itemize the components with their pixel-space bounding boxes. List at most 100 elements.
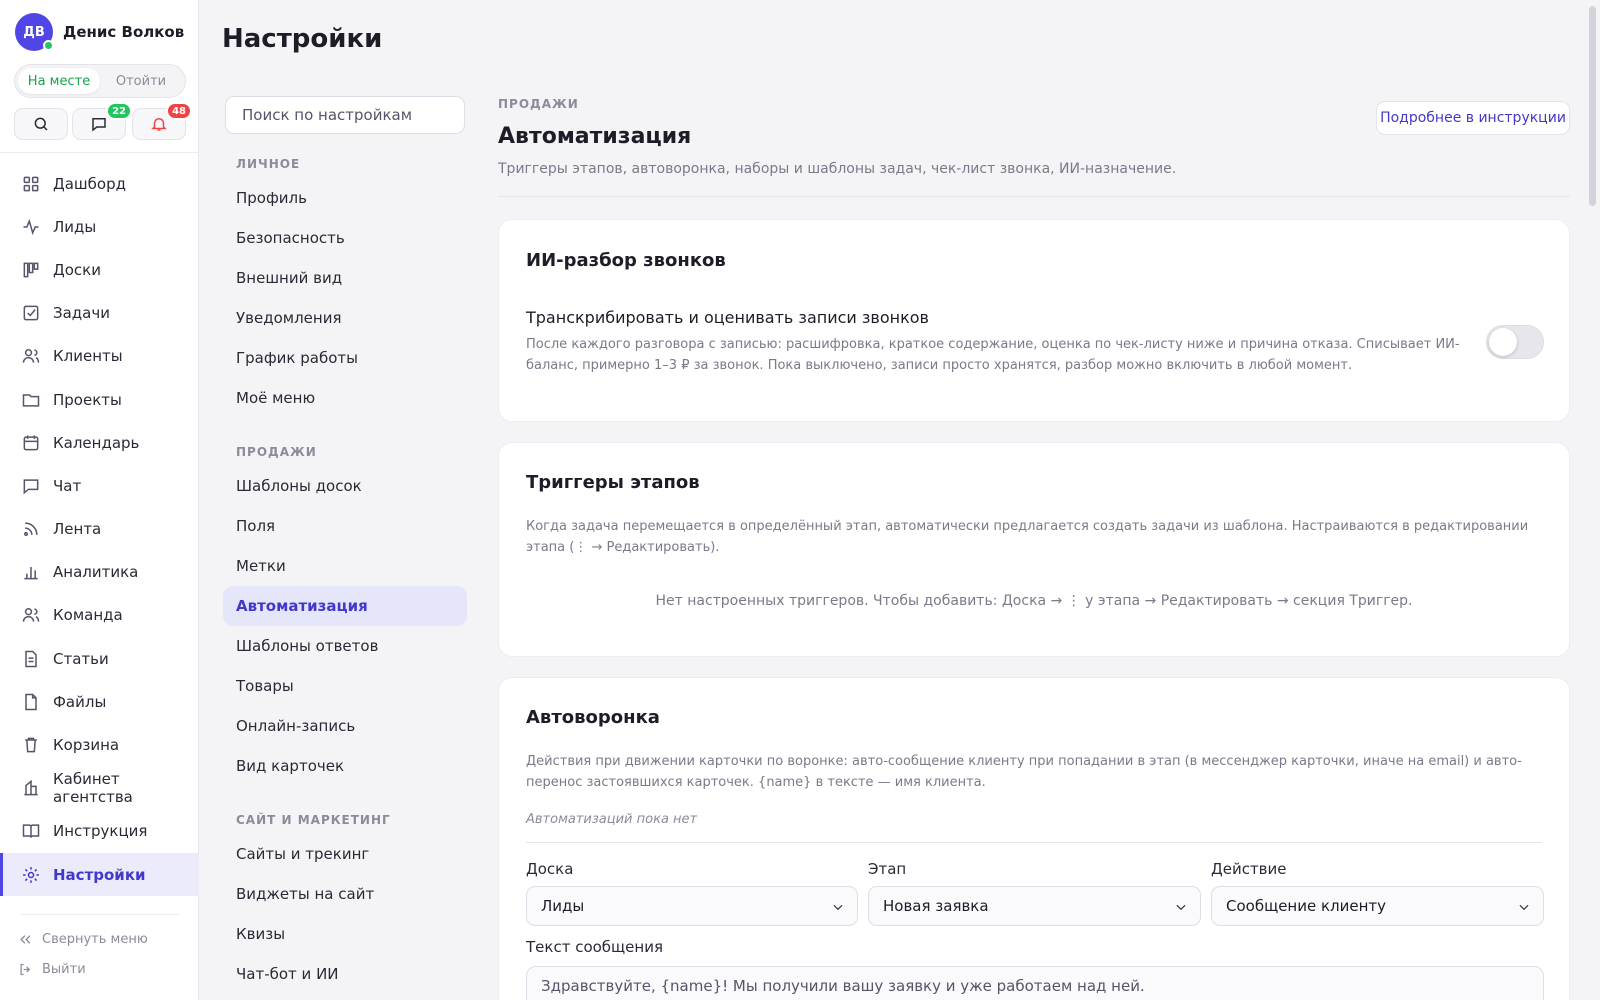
menu-item-board-templates[interactable]: Шаблоны досок <box>223 466 467 506</box>
board-select[interactable]: Лиды <box>526 886 858 926</box>
menu-item-quizzes[interactable]: Квизы <box>223 914 467 954</box>
nav-item-label: Задачи <box>53 304 110 323</box>
nav-item-label: Дашборд <box>53 174 126 193</box>
nav-item-label: Аналитика <box>53 563 139 582</box>
menu-item-appearance[interactable]: Внешний вид <box>223 258 467 298</box>
nav-item-settings[interactable]: Настройки <box>0 853 199 897</box>
transcribe-setting-title: Транскрибировать и оценивать записи звон… <box>526 308 929 327</box>
nav-item-analytics[interactable]: Аналитика <box>0 551 199 594</box>
menu-item-card-view[interactable]: Вид карточек <box>223 746 467 786</box>
nav-item-label: Настройки <box>53 865 146 884</box>
calendar-icon <box>23 435 39 451</box>
chat-button[interactable]: 22 <box>72 102 132 140</box>
nav-item-clients[interactable]: Клиенты <box>0 335 199 378</box>
nav-item-manual[interactable]: Инструкция <box>0 810 199 853</box>
page-scrollbar[interactable] <box>1584 0 1600 1000</box>
menu-item-profile[interactable]: Профиль <box>223 178 467 218</box>
transcribe-setting-description: После каждого разговора с записью: расши… <box>526 337 1460 373</box>
main-nav: Дашборд Лиды Доски Задачи Клиенты Проект… <box>0 162 199 897</box>
chevrons-left-icon <box>20 935 31 944</box>
online-status-dot <box>43 40 54 51</box>
status-present-button[interactable]: На месте <box>18 68 100 94</box>
nav-item-leads[interactable]: Лиды <box>0 205 199 248</box>
status-away-button[interactable]: Отойти <box>100 68 182 94</box>
nav-item-team[interactable]: Команда <box>0 594 199 637</box>
page-title: Настройки <box>222 24 383 54</box>
trash-icon <box>25 737 37 753</box>
settings-search-input[interactable] <box>225 96 465 134</box>
search-icon <box>34 117 48 131</box>
menu-item-fields[interactable]: Поля <box>223 506 467 546</box>
book-icon <box>22 824 40 839</box>
menu-item-reply-templates[interactable]: Шаблоны ответов <box>223 626 467 666</box>
nav-item-trash[interactable]: Корзина <box>0 723 199 766</box>
collapse-menu-button[interactable]: Свернуть меню <box>18 932 148 947</box>
section-kicker: ПРОДАЖИ <box>498 97 579 111</box>
toggle-knob <box>1489 328 1517 356</box>
collapse-menu-label: Свернуть меню <box>42 932 148 947</box>
funnel-description: Действия при движении карточки по воронк… <box>526 754 1522 790</box>
dashboard-icon <box>23 176 39 192</box>
message-text-label: Текст сообщения <box>526 938 663 956</box>
folder-icon <box>22 393 40 407</box>
card-title: ИИ-разбор звонков <box>526 250 726 271</box>
logout-label: Выйти <box>42 962 86 977</box>
docs-link-button[interactable]: Подробнее в инструкции <box>1376 101 1570 135</box>
nav-item-articles[interactable]: Статьи <box>0 637 199 680</box>
message-text-area[interactable]: Здравствуйте, {name}! Мы получили вашу з… <box>526 966 1544 1000</box>
notifications-button[interactable]: 48 <box>132 102 192 140</box>
stage-select[interactable]: Новая заявка <box>868 886 1201 926</box>
nav-item-label: Доски <box>53 260 101 279</box>
menu-item-online-booking[interactable]: Онлайн-запись <box>223 706 467 746</box>
menu-item-sites-tracking[interactable]: Сайты и трекинг <box>223 834 467 874</box>
menu-item-notifications[interactable]: Уведомления <box>223 298 467 338</box>
chevron-down-icon <box>1519 904 1529 911</box>
scrollbar-thumb[interactable] <box>1589 6 1596 206</box>
nav-item-calendar[interactable]: Календарь <box>0 421 199 464</box>
stage-label: Этап <box>868 860 907 878</box>
nav-item-projects[interactable]: Проекты <box>0 378 199 421</box>
menu-item-site-widgets[interactable]: Виджеты на сайт <box>223 874 467 914</box>
avatar-initials: ДВ <box>23 24 45 40</box>
team-icon <box>22 608 40 623</box>
presence-toggle: На месте Отойти <box>14 64 186 98</box>
chevron-down-icon <box>1176 904 1186 911</box>
avatar[interactable]: ДВ <box>15 13 54 51</box>
menu-item-products[interactable]: Товары <box>223 666 467 706</box>
nav-item-chat[interactable]: Чат <box>0 464 199 507</box>
nav-item-label: Календарь <box>53 433 140 452</box>
gear-icon <box>23 866 39 883</box>
nav-item-tasks[interactable]: Задачи <box>0 292 199 335</box>
action-select[interactable]: Сообщение клиенту <box>1211 886 1544 926</box>
transcribe-toggle[interactable] <box>1486 325 1544 359</box>
nav-item-dashboard[interactable]: Дашборд <box>0 162 199 205</box>
nav-item-label: Кабинет агентства <box>53 770 133 807</box>
board-select-value: Лиды <box>541 897 585 915</box>
nav-item-files[interactable]: Файлы <box>0 680 199 723</box>
menu-item-security[interactable]: Безопасность <box>223 218 467 258</box>
nav-item-label: Лента <box>53 520 102 539</box>
chat-icon <box>23 479 39 495</box>
user-profile[interactable]: ДВ Денис Волков <box>15 13 184 51</box>
nav-item-agency-cabinet[interactable]: Кабинет агентства <box>0 767 199 810</box>
nav-item-feed[interactable]: Лента <box>0 508 199 551</box>
bar-chart-icon <box>24 567 38 580</box>
menu-item-my-menu[interactable]: Моё меню <box>223 378 467 418</box>
nav-item-label: Лиды <box>53 217 97 236</box>
notifications-badge: 48 <box>166 102 192 120</box>
menu-item-chatbot-ai[interactable]: Чат-бот и ИИ <box>223 954 467 994</box>
stage-select-value: Новая заявка <box>883 897 989 915</box>
ai-call-analysis-card: ИИ-разбор звонков Транскрибировать и оце… <box>498 219 1570 422</box>
menu-item-tags[interactable]: Метки <box>223 546 467 586</box>
menu-item-automation[interactable]: Автоматизация <box>223 586 467 626</box>
search-button[interactable] <box>14 108 68 140</box>
nav-item-boards[interactable]: Доски <box>0 248 199 291</box>
action-select-value: Сообщение клиенту <box>1226 897 1387 915</box>
activity-icon <box>23 218 39 235</box>
menu-item-schedule[interactable]: График работы <box>223 338 467 378</box>
nav-item-label: Корзина <box>53 736 120 755</box>
logout-button[interactable]: Выйти <box>18 962 86 977</box>
triggers-description: Когда задача перемещается в определённый… <box>526 519 1529 555</box>
logout-icon <box>20 963 31 976</box>
document-icon <box>25 650 37 667</box>
